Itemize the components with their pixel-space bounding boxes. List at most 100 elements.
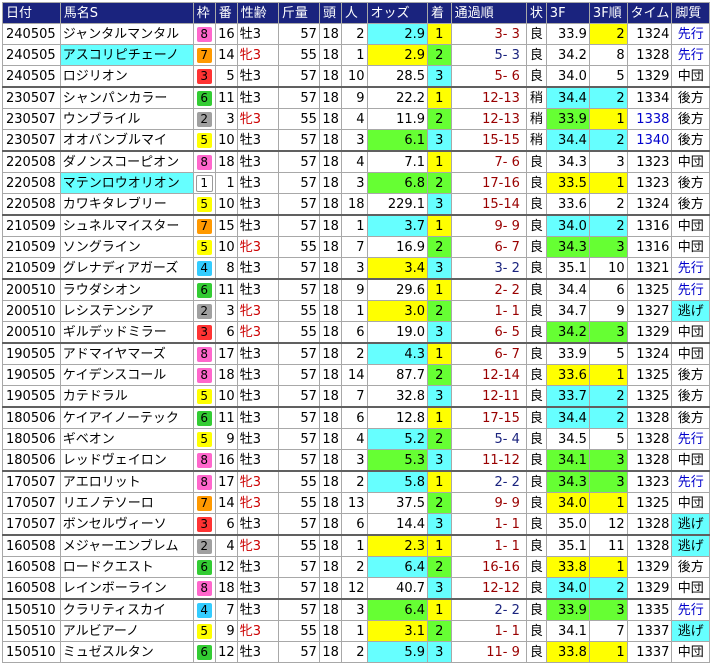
cell-horse-name[interactable]: カテドラル xyxy=(59,385,194,408)
header-passing-order[interactable]: 通過順 xyxy=(450,2,527,24)
table-row[interactable]: 200510 ギルデッドミラー 3 6 牝3 55 18 6 19.0 3 6- 5 良 34.2 3 13… xyxy=(2,321,710,344)
cell-horse-name[interactable]: メジャーエンブレム xyxy=(59,534,194,557)
waku-badge: 8 xyxy=(196,474,212,490)
cell-horse-name[interactable]: ウンブライル xyxy=(59,108,194,130)
table-row[interactable]: 200510 ラウダシオン 6 11 牡3 57 18 9 29.6 1 2- 2 良 34.4 6 132… xyxy=(2,278,710,301)
table-row[interactable]: 220508 カワキタレブリー 5 10 牡3 57 18 18 229.1 3 15-14 良 33.… xyxy=(2,193,710,216)
cell-horse-name[interactable]: ソングライン xyxy=(59,236,194,258)
table-row[interactable]: 230507 シャンパンカラー 6 11 牡3 57 18 9 22.2 1 12-13 稍 34.4 2… xyxy=(2,86,710,109)
cell-passing-order: 12-14 xyxy=(450,364,527,386)
cell-finish: 3 xyxy=(427,129,452,152)
table-row[interactable]: 150510 クラリティスカイ 4 7 牡3 57 18 3 6.4 1 2- 2 良 33.9 3 133… xyxy=(2,598,710,621)
table-row[interactable]: 160508 レインボーライン 8 18 牡3 57 18 12 40.7 3 12-12 良 34.0… xyxy=(2,577,710,600)
cell-horse-name[interactable]: アスコリピチェーノ xyxy=(59,44,194,66)
header-time[interactable]: タイム xyxy=(626,2,673,24)
table-row[interactable]: 190505 ケイデンスコール 8 18 牡3 57 18 14 87.7 2 12-14 良 33.6… xyxy=(2,364,710,386)
cell-running-style: 先行 xyxy=(671,44,710,66)
header-track-condition[interactable]: 状 xyxy=(525,2,547,24)
cell-horse-name[interactable]: シャンパンカラー xyxy=(59,86,194,109)
cell-weight: 57 xyxy=(277,428,320,450)
table-row[interactable]: 190505 アドマイヤマーズ 8 17 牡3 57 18 2 4.3 1 6- 7 良 33.9 5 13… xyxy=(2,342,710,365)
header-odds[interactable]: オッズ xyxy=(366,2,429,24)
table-row[interactable]: 170507 ボンセルヴィーソ 3 6 牡3 57 18 6 14.4 3 1- 1 良 35.0 12 1… xyxy=(2,513,710,536)
header-date[interactable]: 日付 xyxy=(2,2,61,24)
header-popularity[interactable]: 人 xyxy=(340,2,368,24)
table-row[interactable]: 240505 ジャンタルマンタル 8 16 牡3 57 18 2 2.9 1 3- 3 良 33.9 2 1… xyxy=(2,23,710,45)
cell-horse-name[interactable]: ミュゼスルタン xyxy=(59,641,194,663)
header-horse-name[interactable]: 馬名S xyxy=(59,2,194,24)
cell-finish: 2 xyxy=(427,236,452,258)
cell-horse-name[interactable]: マテンロウオリオン xyxy=(59,172,194,194)
cell-sex-age: 牡3 xyxy=(236,428,279,450)
header-number[interactable]: 番 xyxy=(214,2,238,24)
cell-horse-name[interactable]: グレナディアガーズ xyxy=(59,257,194,280)
cell-horse-name[interactable]: カワキタレブリー xyxy=(59,193,194,216)
header-running-style[interactable]: 脚質 xyxy=(671,2,710,24)
header-sex-age[interactable]: 性齢 xyxy=(236,2,279,24)
cell-horse-name[interactable]: レインボーライン xyxy=(59,577,194,600)
cell-horse-name[interactable]: ケイデンスコール xyxy=(59,364,194,386)
cell-horse-name[interactable]: ギルデッドミラー xyxy=(59,321,194,344)
cell-field-size: 18 xyxy=(318,193,342,216)
cell-horse-name[interactable]: アドマイヤマーズ xyxy=(59,342,194,365)
table-row[interactable]: 150510 ミュゼスルタン 6 12 牡3 57 18 2 5.9 3 11- 9 良 33.8 1 13… xyxy=(2,641,710,663)
waku-badge: 8 xyxy=(196,346,212,362)
cell-horse-name[interactable]: オオバンブルマイ xyxy=(59,129,194,152)
table-row[interactable]: 220508 マテンロウオリオン 1 1 牡3 57 18 3 6.8 2 17-16 良 33.5 1 1… xyxy=(2,172,710,194)
cell-date: 210509 xyxy=(2,257,61,280)
cell-odds: 12.8 xyxy=(366,406,429,429)
cell-field-size: 18 xyxy=(318,385,342,408)
cell-odds: 6.4 xyxy=(366,556,429,578)
cell-horse-name[interactable]: ボンセルヴィーソ xyxy=(59,513,194,536)
cell-horse-name[interactable]: ジャンタルマンタル xyxy=(59,23,194,45)
header-last-3f[interactable]: 3F xyxy=(545,2,590,24)
table-row[interactable]: 230507 オオバンブルマイ 5 10 牡3 57 18 3 6.1 3 15-15 稍 34.4 2 1… xyxy=(2,129,710,152)
cell-horse-name[interactable]: アエロリット xyxy=(59,470,194,493)
table-row[interactable]: 210509 シュネルマイスター 7 15 牡3 57 18 1 3.7 1 9- 9 良 34.0 2 1… xyxy=(2,214,710,237)
cell-odds: 5.2 xyxy=(366,428,429,450)
cell-waku: 6 xyxy=(192,86,216,109)
table-row[interactable]: 170507 アエロリット 8 17 牝3 55 18 2 5.8 1 2- 2 良 34.3 3 1323… xyxy=(2,470,710,493)
table-row[interactable]: 180506 レッドヴェイロン 8 16 牡3 57 18 3 5.3 3 11-12 良 34.1 3 1… xyxy=(2,449,710,472)
table-row[interactable]: 200510 レシステンシア 2 3 牝3 55 18 1 3.0 2 1- 1 良 34.7 9 1327… xyxy=(2,300,710,322)
header-weight[interactable]: 斤量 xyxy=(277,2,320,24)
cell-weight: 55 xyxy=(277,300,320,322)
header-finish[interactable]: 着 xyxy=(427,2,452,24)
cell-horse-name[interactable]: アルビアーノ xyxy=(59,620,194,642)
header-field-size[interactable]: 頭 xyxy=(318,2,342,24)
cell-horse-name[interactable]: ロジリオン xyxy=(59,65,194,88)
cell-track-condition: 良 xyxy=(525,470,547,493)
cell-last-3f: 34.3 xyxy=(545,236,590,258)
cell-horse-name[interactable]: ギベオン xyxy=(59,428,194,450)
cell-horse-name[interactable]: レッドヴェイロン xyxy=(59,449,194,472)
table-row[interactable]: 180506 ケイアイノーテック 6 11 牡3 57 18 6 12.8 1 17-15 良 34.4… xyxy=(2,406,710,429)
table-row[interactable]: 210509 ソングライン 5 10 牝3 55 18 7 16.9 2 6- 7 良 34.3 3 131… xyxy=(2,236,710,258)
header-waku[interactable]: 枠 xyxy=(192,2,216,24)
cell-date: 210509 xyxy=(2,236,61,258)
cell-horse-name[interactable]: ケイアイノーテック xyxy=(59,406,194,429)
cell-weight: 57 xyxy=(277,86,320,109)
table-row[interactable]: 180506 ギベオン 5 9 牡3 57 18 4 5.2 2 5- 4 良 34.5 5 1328 先行 xyxy=(2,428,710,450)
waku-badge: 3 xyxy=(196,324,212,340)
cell-sex-age: 牡3 xyxy=(236,598,279,621)
table-row[interactable]: 160508 メジャーエンブレム 2 4 牝3 55 18 1 2.3 1 1- 1 良 35.1 11 1… xyxy=(2,534,710,557)
cell-date: 170507 xyxy=(2,513,61,536)
table-row[interactable]: 240505 ロジリオン 3 5 牡3 57 18 10 28.5 3 5- 6 良 34.0 5 1329… xyxy=(2,65,710,88)
table-row[interactable]: 190505 カテドラル 5 10 牡3 57 18 7 32.8 3 12-11 良 33.7 2 132… xyxy=(2,385,710,408)
cell-horse-name[interactable]: ロードクエスト xyxy=(59,556,194,578)
header-last-3f-rank[interactable]: 3F順 xyxy=(588,2,628,24)
cell-horse-name[interactable]: リエノテソーロ xyxy=(59,492,194,514)
table-row[interactable]: 230507 ウンブライル 2 3 牝3 55 18 4 11.9 2 12-13 稍 33.9 1 133… xyxy=(2,108,710,130)
cell-horse-name[interactable]: シュネルマイスター xyxy=(59,214,194,237)
cell-number: 10 xyxy=(214,193,238,216)
table-row[interactable]: 210509 グレナディアガーズ 4 8 牡3 57 18 3 3.4 3 3- 2 良 35.1 10 1… xyxy=(2,257,710,280)
cell-horse-name[interactable]: ラウダシオン xyxy=(59,278,194,301)
cell-horse-name[interactable]: ダノンスコーピオン xyxy=(59,150,194,173)
table-row[interactable]: 170507 リエノテソーロ 7 14 牝3 55 18 13 37.5 2 9- 9 良 34.0 1 1… xyxy=(2,492,710,514)
table-row[interactable]: 150510 アルビアーノ 5 9 牝3 55 18 1 3.1 2 1- 1 良 34.1 7 1337 逃… xyxy=(2,620,710,642)
cell-horse-name[interactable]: レシステンシア xyxy=(59,300,194,322)
table-row[interactable]: 160508 ロードクエスト 6 12 牡3 57 18 2 6.4 2 16-16 良 33.8 1 13… xyxy=(2,556,710,578)
table-row[interactable]: 220508 ダノンスコーピオン 8 18 牡3 57 18 4 7.1 1 7- 6 良 34.3 3 1… xyxy=(2,150,710,173)
cell-horse-name[interactable]: クラリティスカイ xyxy=(59,598,194,621)
table-row[interactable]: 240505 アスコリピチェーノ 7 14 牝3 55 18 1 2.9 2 5- 3 良 34.2 8 1… xyxy=(2,44,710,66)
